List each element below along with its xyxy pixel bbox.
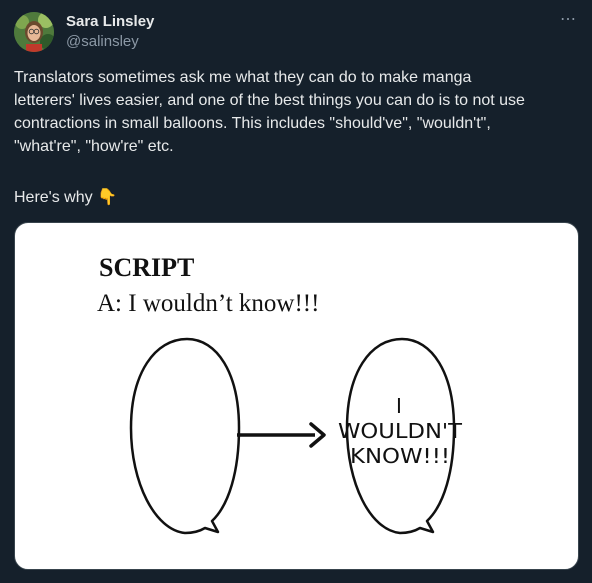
heres-why-text: Here's why [14, 189, 93, 206]
avatar[interactable] [14, 12, 54, 52]
manga-balloon-illustration: SCRIPT A: I wouldn’t know!!! I WOULDN'T … [97, 253, 463, 535]
avatar-image [14, 12, 54, 52]
tweet-image[interactable]: SCRIPT A: I wouldn’t know!!! I WOULDN'T … [14, 222, 579, 570]
balloon-text-line2: WOULDN'T [338, 419, 463, 443]
pointing-down-emoji-icon: 👇 [97, 189, 118, 206]
heres-why-line: Here's why 👇 [14, 186, 117, 209]
author-name[interactable]: Sara Linsley [66, 13, 154, 30]
tweet-text-line: Translators sometimes ask me what they c… [14, 69, 472, 86]
tweet-text: Translators sometimes ask me what they c… [14, 66, 580, 158]
balloon-text-line1: I [396, 394, 402, 418]
tweet-text-line: letterers' lives easier, and one of the … [14, 92, 525, 109]
script-heading: SCRIPT [99, 253, 194, 282]
script-line: A: I wouldn’t know!!! [97, 290, 319, 317]
author-handle[interactable]: @salinsley [66, 33, 139, 50]
empty-speech-balloon [129, 337, 241, 535]
balloon-text-line3: KNOW!!! [350, 444, 450, 468]
more-options-icon[interactable]: ⋯ [556, 10, 580, 30]
tweet-text-line: "what're", "how're" etc. [14, 138, 174, 155]
tweet-text-line: contractions in small balloons. This inc… [14, 115, 491, 132]
